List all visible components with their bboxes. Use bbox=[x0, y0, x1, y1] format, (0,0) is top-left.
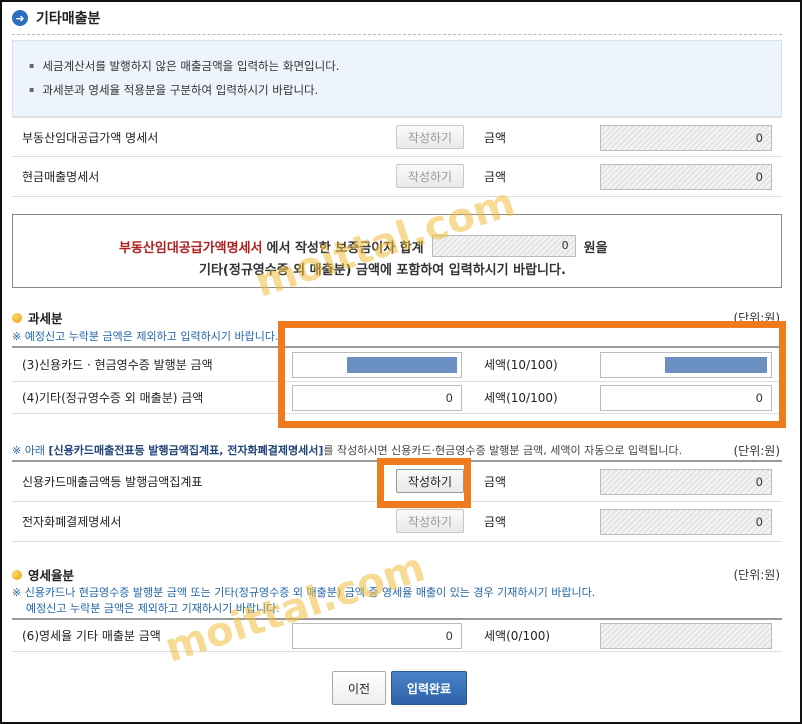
section-note: ※ 예정신고 누락분 금액은 제외하고 입력하시기 바랍니다. bbox=[12, 330, 279, 343]
zero-rate-amount-input[interactable]: 0 bbox=[292, 623, 462, 649]
amount-field: 0 bbox=[600, 509, 772, 535]
amount-field: 0 bbox=[600, 125, 772, 151]
row-label: (6)영세율 기타 매출분 금액 bbox=[22, 629, 161, 643]
bullet-icon bbox=[12, 569, 22, 580]
amount-label: 금액 bbox=[484, 515, 507, 529]
info-text: 에서 작성한 보증금이자 합계 bbox=[266, 240, 424, 256]
page-header: ➜ 기타매출분 bbox=[12, 8, 100, 28]
section-heading: 과세분 bbox=[12, 308, 63, 327]
highlight-box bbox=[278, 321, 786, 428]
amount-label: 금액 bbox=[484, 130, 507, 145]
section-title: 영세율분 bbox=[28, 568, 75, 583]
info-text: 원을 bbox=[583, 240, 608, 256]
page-title: 기타매출분 bbox=[36, 11, 101, 27]
info-box: 부동산임대공급가액명세서 에서 작성한 보증금이자 합계 0 원을 기타(정규영… bbox=[12, 214, 782, 288]
amount-label: 금액 bbox=[484, 170, 507, 184]
section-note: 예정신고 누락분 금액은 제외하고 기재하시기 바랍니다. bbox=[26, 602, 280, 615]
row-label: 신용카드매출금액등 발행금액집계표 bbox=[22, 475, 203, 489]
section-note: ※ 신용카드나 현금영수증 발행분 금액 또는 기타(정규영수증 외 매출분) … bbox=[12, 586, 596, 599]
tax-label: 세액(0/100) bbox=[484, 629, 551, 643]
amount-field: 0 bbox=[600, 469, 772, 495]
table-row: 전자화폐결제명세서 작성하기 금액 0 bbox=[12, 502, 782, 542]
unit-label: (단위:원) bbox=[733, 568, 780, 582]
section-title: 과세분 bbox=[28, 311, 63, 326]
prev-button[interactable]: 이전 bbox=[332, 671, 386, 705]
write-button[interactable]: 작성하기 bbox=[396, 509, 464, 533]
arrow-right-icon: ➜ bbox=[12, 10, 28, 26]
zero-rate-tax-field bbox=[600, 623, 772, 649]
row-label: 전자화폐결제명세서 bbox=[22, 515, 122, 529]
row-label: 현금매출명세서 bbox=[22, 170, 100, 184]
info-line: 부동산임대공급가액명세서 에서 작성한 보증금이자 합계 0 원을 bbox=[119, 235, 608, 257]
notice-item: 세금계산서를 발행하지 않은 매출금액을 입력하는 화면입니다. bbox=[29, 55, 765, 79]
submit-button[interactable]: 입력완료 bbox=[391, 671, 467, 705]
notice-box: 세금계산서를 발행하지 않은 매출금액을 입력하는 화면입니다. 과세분과 영세… bbox=[12, 40, 782, 117]
table-row: 부동산임대공급가액 명세서 작성하기 금액 0 bbox=[12, 117, 782, 157]
section-heading: 영세율분 bbox=[12, 565, 74, 584]
row-label: 부동산임대공급가액 명세서 bbox=[22, 130, 159, 145]
unit-label: (단위:원) bbox=[733, 444, 780, 458]
amount-label: 금액 bbox=[484, 475, 507, 489]
card-note: ※ 아래 [신용카드매출전표등 발행금액집계표, 전자화폐결제명세서]를 작성하… bbox=[12, 444, 683, 457]
interest-total-field: 0 bbox=[431, 235, 576, 257]
table-row: (6)영세율 기타 매출분 금액 0 세액(0/100) bbox=[12, 620, 782, 652]
write-button[interactable]: 작성하기 bbox=[396, 125, 464, 149]
highlight-box bbox=[377, 458, 471, 508]
table-row: 현금매출명세서 작성하기 금액 0 bbox=[12, 157, 782, 197]
notice-item: 과세분과 영세율 적용분을 구분하여 입력하시기 바랍니다. bbox=[29, 79, 765, 103]
row-label: (4)기타(정규영수증 외 매출분) 금액 bbox=[22, 391, 204, 405]
write-button[interactable]: 작성하기 bbox=[396, 164, 464, 188]
info-highlight: 부동산임대공급가액명세서 bbox=[119, 240, 263, 256]
divider bbox=[12, 34, 782, 35]
info-line: 기타(정규영수증 외 매출분) 금액에 포함하여 입력하시기 바랍니다. bbox=[199, 263, 566, 278]
bullet-icon bbox=[12, 312, 22, 323]
row-label: (3)신용카드 · 현금영수증 발행분 금액 bbox=[22, 358, 213, 372]
amount-field: 0 bbox=[600, 164, 772, 190]
